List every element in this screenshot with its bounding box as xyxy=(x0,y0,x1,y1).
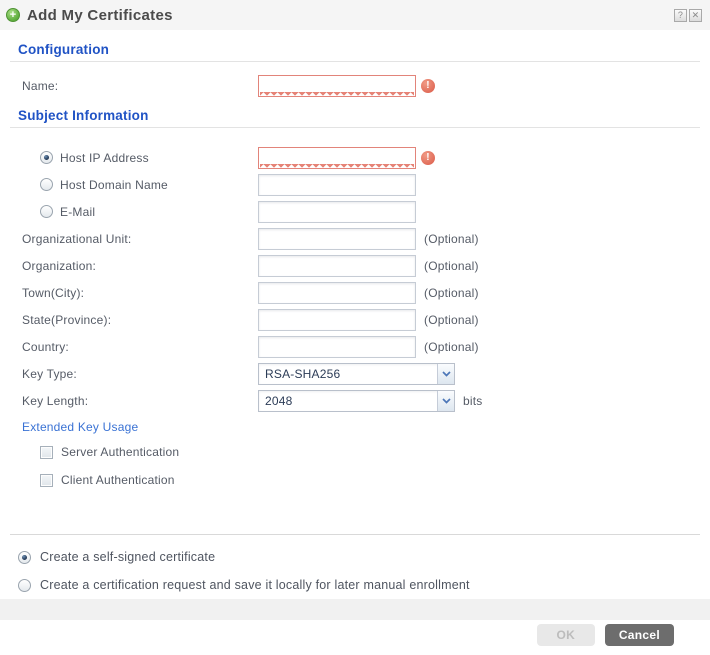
optional-note: (Optional) xyxy=(424,340,479,354)
dialog-body: Configuration Name: ! Subject Informatio… xyxy=(0,30,710,620)
certification-request-label: Create a certification request and save … xyxy=(40,578,470,592)
key-length-value: 2048 xyxy=(259,394,437,408)
chevron-down-icon[interactable] xyxy=(437,364,454,384)
dialog-footer: OK Cancel xyxy=(0,620,710,655)
subject-information-section-title: Subject Information xyxy=(10,99,700,128)
organizational-unit-row: Organizational Unit: (Optional) xyxy=(10,225,700,252)
state-province-label: State(Province): xyxy=(10,313,258,327)
server-auth-row: Server Authentication xyxy=(10,438,700,466)
chevron-down-icon[interactable] xyxy=(437,391,454,411)
footer-separator-band xyxy=(0,599,710,620)
host-ip-input-wrapper xyxy=(258,147,416,169)
town-city-label: Town(City): xyxy=(10,286,258,300)
configuration-section-title: Configuration xyxy=(10,30,700,62)
host-ip-label: Host IP Address xyxy=(60,151,149,165)
host-ip-row: Host IP Address ! xyxy=(10,144,700,171)
town-city-row: Town(City): (Optional) xyxy=(10,279,700,306)
organization-label: Organization: xyxy=(10,259,258,273)
add-icon: + xyxy=(6,8,20,22)
organization-row: Organization: (Optional) xyxy=(10,252,700,279)
self-signed-label: Create a self-signed certificate xyxy=(40,550,215,564)
host-domain-label: Host Domain Name xyxy=(60,178,168,192)
country-label: Country: xyxy=(10,340,258,354)
enrollment-options-group: Create a self-signed certificate Create … xyxy=(10,543,700,599)
subject-fields-group: Host IP Address ! Host Domain Name xyxy=(10,144,700,414)
name-input-wrapper xyxy=(258,75,416,97)
certification-request-option-row: Create a certification request and save … xyxy=(10,571,700,599)
error-icon: ! xyxy=(421,151,435,165)
optional-note: (Optional) xyxy=(424,259,479,273)
error-icon: ! xyxy=(421,79,435,93)
close-icon[interactable]: ✕ xyxy=(689,9,702,22)
extended-key-usage-heading: Extended Key Usage xyxy=(10,414,700,436)
bits-unit-label: bits xyxy=(463,394,482,408)
dialog-titlebar: + Add My Certificates ? ✕ xyxy=(0,0,710,30)
key-type-value: RSA-SHA256 xyxy=(259,367,437,381)
host-ip-input[interactable] xyxy=(259,148,415,168)
email-row: E-Mail xyxy=(10,198,700,225)
state-province-input[interactable] xyxy=(258,309,416,331)
key-length-label: Key Length: xyxy=(10,394,258,408)
server-auth-checkbox[interactable] xyxy=(40,446,53,459)
state-province-row: State(Province): (Optional) xyxy=(10,306,700,333)
organization-input[interactable] xyxy=(258,255,416,277)
host-domain-row: Host Domain Name xyxy=(10,171,700,198)
name-row: Name: ! xyxy=(10,72,700,99)
section-divider xyxy=(10,534,700,535)
self-signed-option-row: Create a self-signed certificate xyxy=(10,543,700,571)
cancel-button[interactable]: Cancel xyxy=(605,624,674,646)
dialog-title: Add My Certificates xyxy=(27,7,173,24)
country-input[interactable] xyxy=(258,336,416,358)
key-type-select[interactable]: RSA-SHA256 xyxy=(258,363,455,385)
help-icon[interactable]: ? xyxy=(674,9,687,22)
host-domain-radio[interactable] xyxy=(40,178,53,191)
key-type-label: Key Type: xyxy=(10,367,258,381)
host-ip-radio[interactable] xyxy=(40,151,53,164)
email-label: E-Mail xyxy=(60,205,95,219)
ok-button[interactable]: OK xyxy=(537,624,595,646)
town-city-input[interactable] xyxy=(258,282,416,304)
country-row: Country: (Optional) xyxy=(10,333,700,360)
organizational-unit-label: Organizational Unit: xyxy=(10,232,258,246)
server-auth-label: Server Authentication xyxy=(61,445,179,459)
email-radio[interactable] xyxy=(40,205,53,218)
host-domain-input[interactable] xyxy=(258,174,416,196)
certification-request-radio[interactable] xyxy=(18,579,31,592)
email-input[interactable] xyxy=(258,201,416,223)
organizational-unit-input[interactable] xyxy=(258,228,416,250)
self-signed-radio[interactable] xyxy=(18,551,31,564)
optional-note: (Optional) xyxy=(424,313,479,327)
add-my-certificates-dialog: + Add My Certificates ? ✕ Configuration … xyxy=(0,0,710,655)
name-input[interactable] xyxy=(259,76,415,96)
optional-note: (Optional) xyxy=(424,232,479,246)
key-length-select[interactable]: 2048 xyxy=(258,390,455,412)
key-length-row: Key Length: 2048 bits xyxy=(10,387,700,414)
client-auth-label: Client Authentication xyxy=(61,473,175,487)
key-type-row: Key Type: RSA-SHA256 xyxy=(10,360,700,387)
client-auth-checkbox[interactable] xyxy=(40,474,53,487)
client-auth-row: Client Authentication xyxy=(10,466,700,494)
name-label: Name: xyxy=(10,79,258,93)
optional-note: (Optional) xyxy=(424,286,479,300)
